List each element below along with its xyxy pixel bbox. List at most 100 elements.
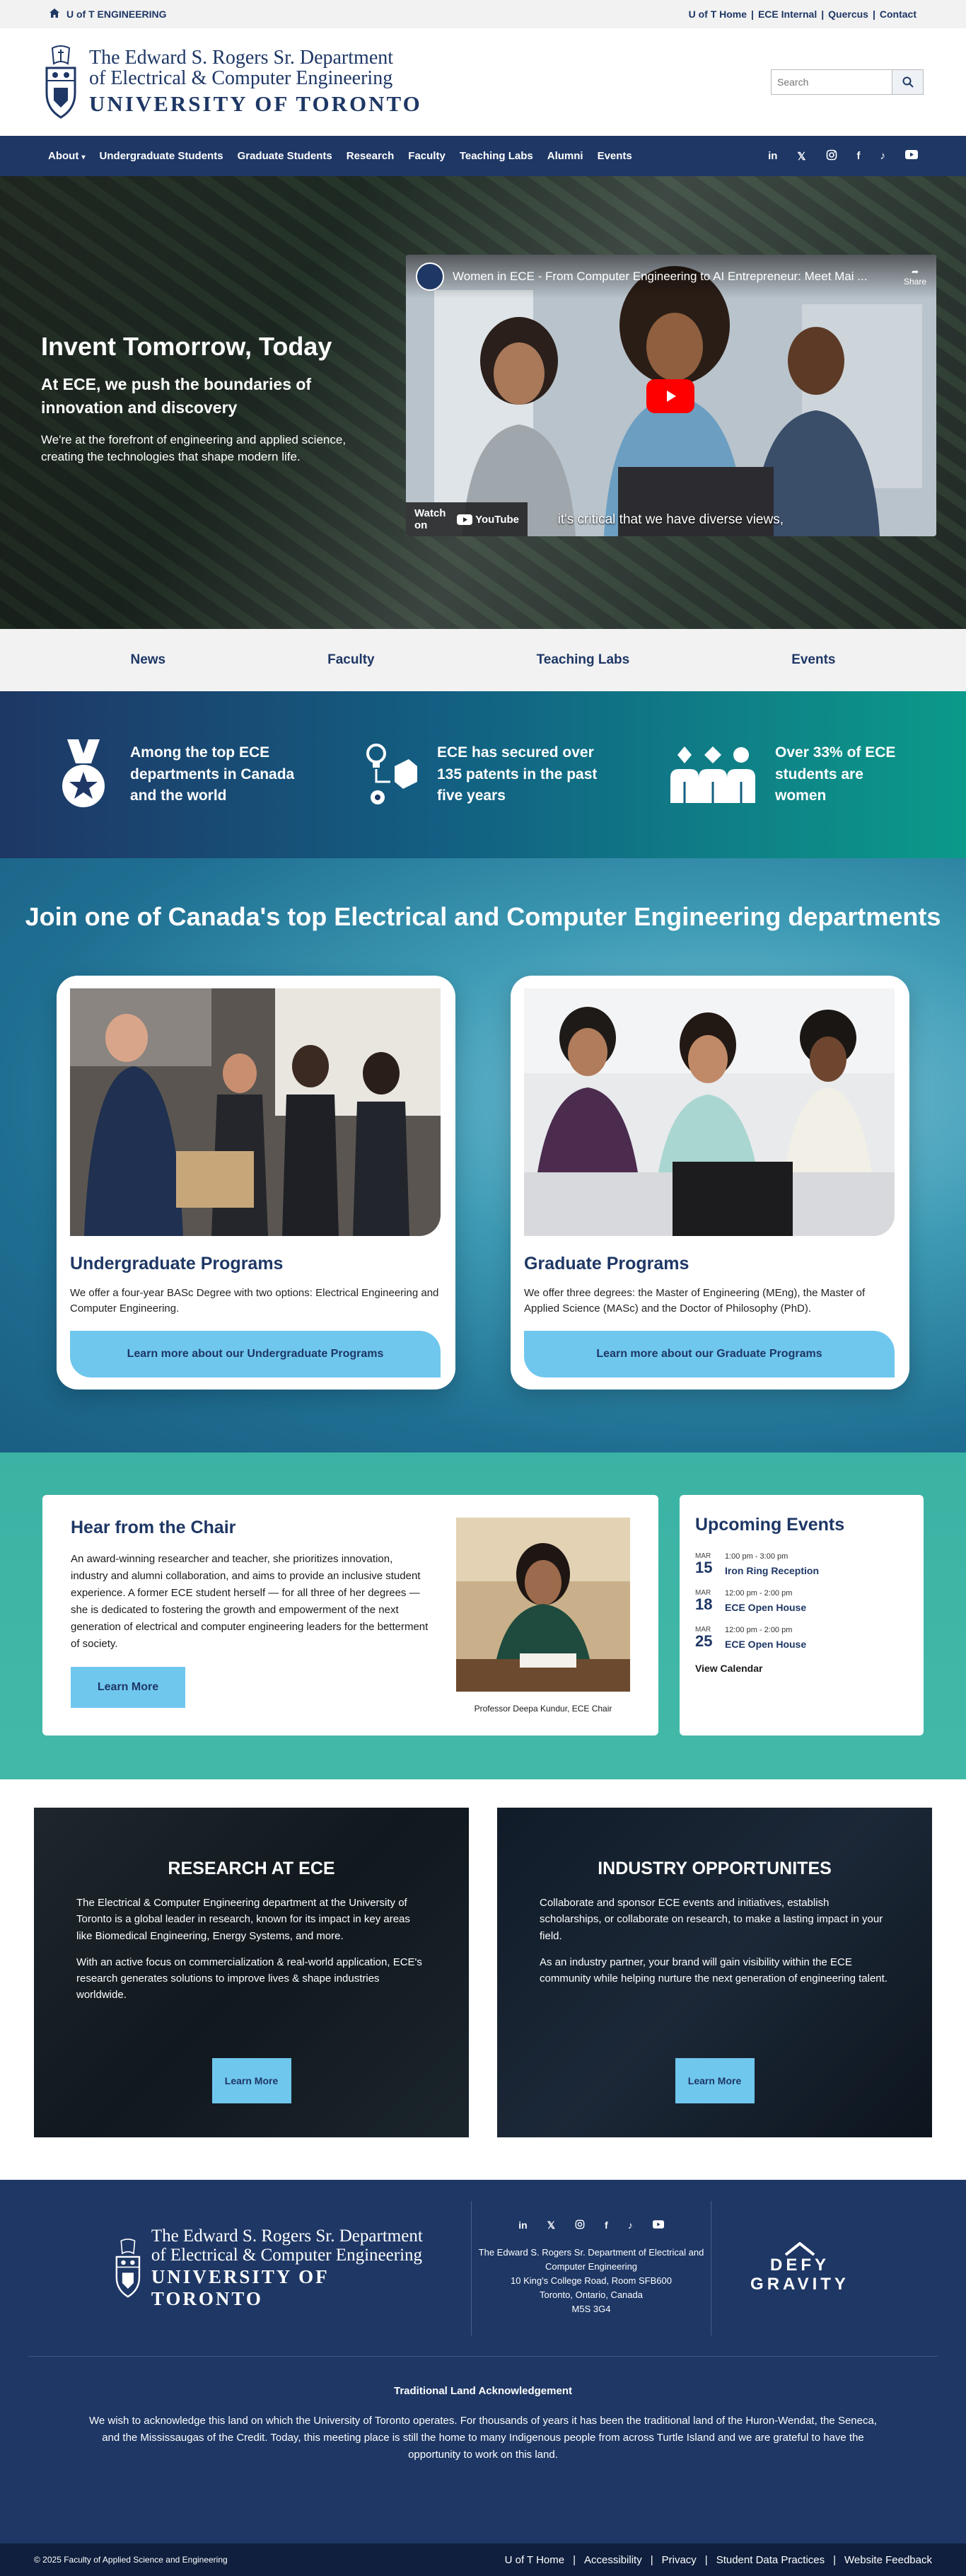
youtube-brand-label: YouTube <box>475 513 519 526</box>
quick-link-faculty[interactable]: Faculty <box>327 652 375 668</box>
uoft-crest-icon <box>115 2238 141 2298</box>
facebook-icon[interactable]: f <box>857 150 861 162</box>
divider: | <box>573 2553 576 2566</box>
undergraduate-learn-more-button[interactable]: Learn more about our Undergraduate Progr… <box>70 1330 441 1377</box>
department-logo[interactable]: The Edward S. Rogers Sr. Department of E… <box>42 44 422 120</box>
watch-on-label: Watch on <box>414 507 446 531</box>
event-item: MAR 15 1:00 pm - 3:00 pm Iron Ring Recepti… <box>695 1552 908 1576</box>
video-share-label: Share <box>903 277 926 287</box>
nav-social-links: in 𝕏 f ♪ <box>768 149 918 163</box>
quick-link-news[interactable]: News <box>130 652 165 668</box>
footer-link-website-feedback[interactable]: Website Feedback <box>844 2554 932 2566</box>
nav-item-undergraduate-students[interactable]: Undergraduate Students <box>100 150 223 162</box>
utility-link-quercus[interactable]: Quercus <box>828 8 868 20</box>
chair-body: An award-winning researcher and teacher,… <box>71 1553 429 1650</box>
chevron-down-icon: ▾ <box>81 154 86 161</box>
footer-department-logo[interactable]: The Edward S. Rogers Sr. Department of E… <box>113 2226 446 2310</box>
divider: | <box>704 2553 708 2566</box>
research-panel: RESEARCH AT ECE The Electrical & Compute… <box>34 1808 469 2137</box>
utility-link-ece-internal[interactable]: ECE Internal <box>758 8 817 20</box>
x-icon[interactable]: 𝕏 <box>797 150 805 163</box>
nav-item-teaching-labs[interactable]: Teaching Labs <box>460 150 533 162</box>
facebook-icon[interactable]: f <box>605 2219 608 2231</box>
nav-item-graduate-students[interactable]: Graduate Students <box>238 150 332 162</box>
research-p2: With an active focus on commercializatio… <box>76 1956 422 2002</box>
linkedin-icon[interactable]: in <box>768 150 777 162</box>
header-university: UNIVERSITY OF TORONTO <box>89 91 422 117</box>
industry-learn-more-button[interactable]: Learn More <box>675 2058 755 2103</box>
hero-section: Invent Tomorrow, Today At ECE, we push t… <box>0 176 966 629</box>
footer-dept-line1: The Edward S. Rogers Sr. Department <box>151 2226 423 2246</box>
youtube-icon[interactable] <box>905 150 918 162</box>
footer-address-line3: Toronto, Ontario, Canada <box>540 2289 643 2301</box>
instagram-icon[interactable] <box>575 2219 585 2231</box>
research-learn-more-button[interactable]: Learn More <box>211 2058 291 2103</box>
divider: | <box>751 8 754 20</box>
events-title: Upcoming Events <box>695 1515 845 1535</box>
uoft-engineering-link[interactable]: U of T ENGINEERING <box>50 8 167 20</box>
instagram-icon[interactable] <box>826 149 837 163</box>
tiktok-icon[interactable]: ♪ <box>880 150 886 162</box>
event-link-open-house-2[interactable]: ECE Open House <box>725 1639 806 1650</box>
nav-item-about[interactable]: About ▾ <box>48 150 86 162</box>
land-acknowledgement: Traditional Land Acknowledgement We wish… <box>0 2357 966 2464</box>
search-button[interactable] <box>892 69 924 95</box>
graduate-body: We offer three degrees: the Master of En… <box>524 1287 866 1315</box>
graduate-learn-more-button[interactable]: Learn more about our Graduate Programs <box>524 1330 895 1377</box>
event-link-iron-ring-reception[interactable]: Iron Ring Reception <box>725 1565 819 1576</box>
defy-gravity-logo[interactable]: DEFY GRAVITY <box>711 2242 888 2294</box>
quick-links: News Faculty Teaching Labs Events <box>0 629 966 691</box>
youtube-icon[interactable] <box>652 2219 664 2231</box>
channel-avatar[interactable] <box>416 262 444 291</box>
nav-item-research[interactable]: Research <box>347 150 395 162</box>
programs-heading: Join one of Canada's top Electrical and … <box>25 902 941 931</box>
footer-link-uoft-home[interactable]: U of T Home <box>505 2554 564 2566</box>
x-icon[interactable]: 𝕏 <box>547 2219 555 2231</box>
search-input[interactable] <box>771 69 892 95</box>
utility-link-contact[interactable]: Contact <box>880 8 916 20</box>
chair-photo-caption: Professor Deepa Kundur, ECE Chair <box>474 1704 612 1714</box>
divider: | <box>821 8 825 20</box>
footer-link-accessibility[interactable]: Accessibility <box>584 2554 642 2566</box>
linkedin-icon[interactable]: in <box>518 2219 527 2231</box>
research-title: RESEARCH AT ECE <box>168 1859 335 1878</box>
nav-item-alumni[interactable]: Alumni <box>547 150 583 162</box>
watch-on-youtube-button[interactable]: Watch on YouTube <box>406 502 528 536</box>
quick-link-teaching-labs[interactable]: Teaching Labs <box>537 652 630 668</box>
view-calendar-link[interactable]: View Calendar <box>695 1663 908 1674</box>
video-play-button[interactable] <box>646 379 694 413</box>
youtube-logo-icon: YouTube <box>457 514 519 526</box>
event-link-open-house-1[interactable]: ECE Open House <box>725 1602 806 1613</box>
main-nav: About ▾ Undergraduate Students Graduate … <box>0 136 966 176</box>
chair-photo <box>456 1518 630 1692</box>
event-item: MAR 18 12:00 pm - 2:00 pm ECE Open House <box>695 1589 908 1613</box>
gravity-word: GRAVITY <box>750 2274 849 2294</box>
footer-link-student-data-practices[interactable]: Student Data Practices <box>716 2554 825 2566</box>
divider: | <box>833 2553 837 2566</box>
chair-learn-more-button[interactable]: Learn More <box>71 1667 185 1708</box>
footer-social-links: in 𝕏 f ♪ <box>518 2219 664 2231</box>
footer-address-line2: 10 King's College Road, Room SFB600 <box>511 2275 672 2286</box>
land-title: Traditional Land Acknowledgement <box>394 2385 572 2397</box>
footer-link-privacy[interactable]: Privacy <box>662 2554 697 2566</box>
video-share-button[interactable]: ➦ Share <box>904 267 926 287</box>
footer-links: U of T Home | Accessibility | Privacy | … <box>505 2554 932 2566</box>
graduate-card: Graduate Programs We offer three degrees… <box>511 976 909 1390</box>
header-dept-line1: The Edward S. Rogers Sr. Department <box>89 46 394 69</box>
video-title[interactable]: Women in ECE - From Computer Engineering… <box>453 270 895 284</box>
quick-link-events[interactable]: Events <box>791 652 835 668</box>
tiktok-icon[interactable]: ♪ <box>628 2219 633 2231</box>
event-item: MAR 25 12:00 pm - 2:00 pm ECE Open House <box>695 1626 908 1650</box>
industry-p1: Collaborate and sponsor ECE events and i… <box>540 1897 883 1942</box>
utility-link-uoft-home[interactable]: U of T Home <box>689 8 747 20</box>
nav-item-faculty[interactable]: Faculty <box>408 150 446 162</box>
youtube-video-embed[interactable]: Women in ECE - From Computer Engineering… <box>406 255 936 536</box>
uoft-crest-icon <box>45 45 76 119</box>
industry-panel: INDUSTRY OPPORTUNITES Collaborate and sp… <box>497 1808 932 2137</box>
chair-card: Hear from the Chair An award-winning res… <box>42 1495 658 1735</box>
nav-item-events[interactable]: Events <box>598 150 632 162</box>
share-icon: ➦ <box>911 267 919 277</box>
utility-links: U of T Home | ECE Internal | Quercus | C… <box>689 8 916 20</box>
undergraduate-body: We offer a four-year BASc Degree with tw… <box>70 1287 439 1315</box>
event-time: 12:00 pm - 2:00 pm <box>725 1589 793 1598</box>
